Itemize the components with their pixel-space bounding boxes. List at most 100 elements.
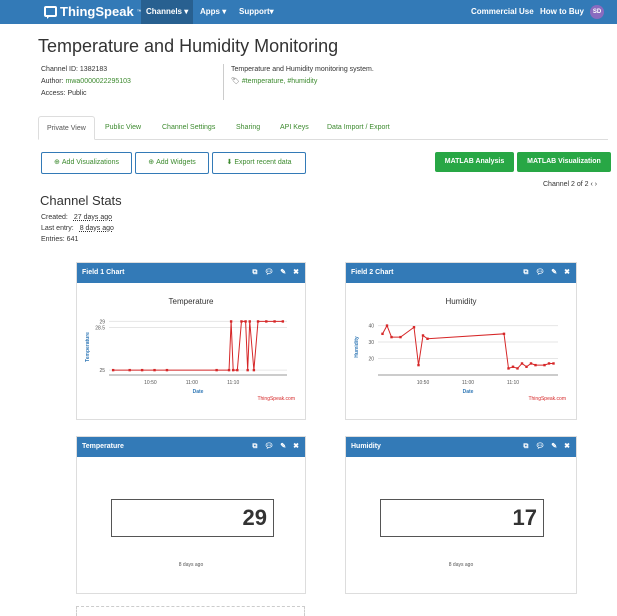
pencil-icon[interactable]: ✎ — [280, 263, 286, 283]
data-point — [265, 320, 268, 323]
data-point — [153, 368, 156, 372]
stat-last-entry: Last entry: 8 days ago — [41, 225, 114, 232]
humidity-chart: Humidity 20 30 40 10:50 11:00 11:10 Date Humidit… — [354, 297, 566, 402]
matlab-visualization-button[interactable]: MATLAB Visualization — [517, 152, 611, 172]
data-point — [552, 362, 555, 365]
top-navbar: ThingSpeak ™ Channels ▾ Apps ▾ Support▾ C… — [0, 0, 617, 24]
y-tick-label: 29 — [99, 319, 105, 325]
access-level: Access: Public — [41, 90, 87, 97]
channel-description: Temperature and Humidity monitoring syst… — [231, 66, 374, 73]
data-point — [385, 324, 389, 327]
data-point — [516, 367, 519, 370]
nav-commercial-use[interactable]: Commercial Use — [466, 0, 539, 24]
y-tick-label: 40 — [368, 324, 374, 330]
data-point — [525, 365, 528, 368]
nav-channels[interactable]: Channels ▾ — [141, 0, 194, 24]
page-title: Temperature and Humidity Monitoring — [38, 36, 339, 56]
card-header: Field 1 Chart ⧉ 💬︎ ✎ ✖ — [77, 263, 305, 283]
series-line — [382, 324, 554, 370]
nav-support[interactable]: Support▾ — [234, 0, 279, 24]
chevron-left-icon[interactable]: ‹ — [591, 181, 593, 188]
author-link[interactable]: mwa0000022295103 — [66, 78, 131, 85]
temperature-value: 29 — [111, 499, 274, 537]
nav-how-to-buy[interactable]: How to Buy — [535, 0, 589, 24]
data-point — [248, 320, 251, 323]
y-axis-label: Temperature — [85, 332, 91, 362]
channel-id: Channel ID: 1382183 — [41, 66, 108, 73]
add-widget-placeholder[interactable] — [76, 606, 305, 616]
x-tick-label: 11:00 — [186, 380, 198, 386]
tab-data-import-export[interactable]: Data Import / Export — [319, 116, 398, 140]
chart-title: Temperature — [169, 297, 214, 306]
x-tick-label: 11:10 — [227, 380, 239, 386]
export-recent-data-button[interactable]: ⬇ Export recent data — [212, 152, 306, 174]
comment-icon[interactable]: 💬︎ — [264, 437, 273, 457]
tag-icon: 🏷︎ — [231, 78, 242, 85]
data-point — [511, 365, 515, 368]
x-tick-label: 11:00 — [462, 380, 474, 386]
tags-links[interactable]: #temperature, #humidity — [242, 78, 317, 85]
data-point — [227, 368, 231, 372]
pencil-icon[interactable]: ✎ — [551, 437, 557, 457]
x-axis-label: Date — [463, 389, 474, 395]
data-point — [417, 363, 420, 367]
pencil-icon[interactable]: ✎ — [551, 263, 557, 283]
close-icon[interactable]: ✖ — [293, 437, 299, 457]
add-visualizations-button[interactable]: ⊕ Add Visualizations — [41, 152, 132, 174]
plus-icon: ⊕ — [54, 159, 60, 166]
channel-stats-title: Channel Stats — [40, 193, 122, 208]
chart-title: Humidity — [445, 297, 476, 306]
tab-channel-settings[interactable]: Channel Settings — [154, 116, 223, 140]
external-link-icon[interactable]: ⧉ — [523, 437, 528, 457]
external-link-icon[interactable]: ⧉ — [252, 263, 257, 283]
x-tick-label: 11:10 — [507, 380, 519, 386]
add-widgets-button[interactable]: ⊕ Add Widgets — [135, 152, 209, 174]
user-avatar[interactable]: SD — [590, 5, 604, 19]
channel-meta: Channel ID: 1382183 Author: mwa000002229… — [41, 64, 131, 100]
data-point — [246, 368, 249, 372]
data-point — [547, 362, 551, 365]
thingspeak-logo[interactable]: ThingSpeak ™ — [44, 4, 142, 19]
temperature-updated-ago: 8 days ago — [178, 562, 204, 568]
data-point — [399, 335, 402, 339]
tab-private-view[interactable]: Private View — [38, 116, 95, 140]
nav-apps[interactable]: Apps ▾ — [195, 0, 231, 24]
chart-credit: ThingSpeak.com — [257, 396, 295, 402]
data-point — [273, 320, 276, 323]
tab-sharing[interactable]: Sharing — [228, 116, 268, 140]
chat-bubble-icon — [44, 6, 57, 19]
comment-icon[interactable]: 💬︎ — [264, 263, 273, 283]
data-point — [111, 368, 115, 372]
close-icon[interactable]: ✖ — [564, 437, 570, 457]
external-link-icon[interactable]: ⧉ — [252, 437, 257, 457]
chevron-right-icon[interactable]: › — [595, 181, 597, 188]
data-point — [390, 335, 393, 339]
plus-icon: ⊕ — [148, 159, 155, 166]
author-row: Author: mwa0000022295103 — [41, 78, 131, 85]
data-point — [236, 368, 239, 372]
external-link-icon[interactable]: ⧉ — [523, 263, 528, 283]
data-point — [381, 332, 384, 336]
channel-tabs: Private View Public View Channel Setting… — [38, 116, 608, 140]
data-point — [215, 368, 218, 372]
y-tick-label: 25 — [99, 368, 105, 374]
tab-api-keys[interactable]: API Keys — [272, 116, 317, 140]
close-icon[interactable]: ✖ — [293, 263, 299, 283]
y-tick-label: 30 — [368, 340, 374, 346]
comment-icon[interactable]: 💬︎ — [535, 263, 544, 283]
x-axis-label: Date — [193, 389, 204, 395]
brand-name: ThingSpeak — [60, 4, 134, 19]
temperature-widget-card: Temperature ⧉ 💬︎ ✎ ✖ 29 8 days ago — [76, 436, 306, 594]
data-point — [534, 363, 537, 367]
channel-pagination: Channel 2 of 2 ‹ › — [543, 181, 598, 188]
data-point — [520, 362, 524, 365]
close-icon[interactable]: ✖ — [564, 263, 570, 283]
tab-public-view[interactable]: Public View — [97, 116, 149, 140]
field2-chart-card: Field 2 Chart ⧉ 💬︎ ✎ ✖ Humidity 20 30 40 10:… — [345, 262, 577, 420]
matlab-analysis-button[interactable]: MATLAB Analysis — [435, 152, 514, 172]
data-point — [281, 320, 285, 323]
series-line — [113, 320, 283, 371]
data-point — [502, 332, 506, 336]
pencil-icon[interactable]: ✎ — [280, 437, 286, 457]
comment-icon[interactable]: 💬︎ — [535, 437, 544, 457]
